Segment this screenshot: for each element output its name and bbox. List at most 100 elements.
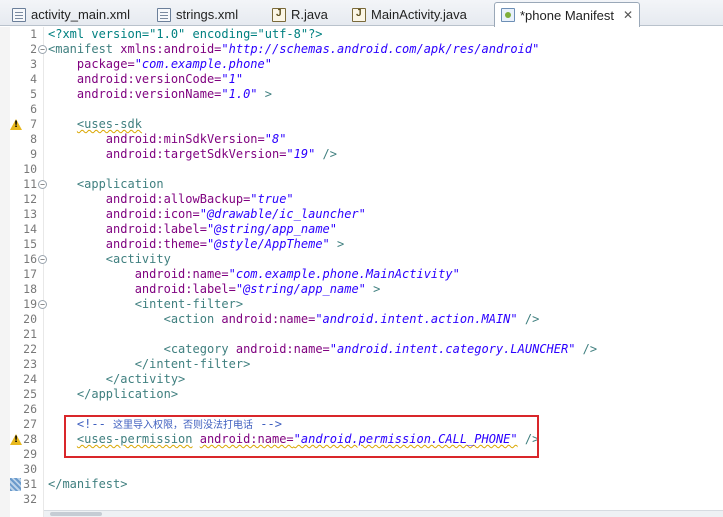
xml-attribute: android:versionName= — [76, 87, 222, 101]
code-text: </application> — [48, 387, 178, 402]
tab-activity-main-xml[interactable]: activity_main.xml — [6, 3, 136, 26]
tab-label: *phone Manifest — [520, 7, 614, 23]
line-number: 6 — [30, 102, 37, 116]
xml-tag-close: > — [329, 237, 345, 251]
code-text: android:minSdkVersion="8" — [48, 132, 287, 147]
code-line: 31 </manifest> — [0, 477, 723, 492]
code-line: 23 </intent-filter> — [0, 357, 723, 372]
xml-value: "@string/app_name" — [206, 222, 337, 236]
xml-tag-close: > — [365, 282, 381, 296]
tab-r-java[interactable]: R.java — [266, 3, 334, 26]
xml-attribute: android:icon= — [105, 207, 200, 221]
xml-value: "com.example.phone" — [134, 57, 272, 71]
fold-toggle-icon[interactable]: − — [38, 45, 47, 54]
code-line: 30 — [0, 462, 723, 477]
code-text: </activity> — [48, 372, 185, 387]
code-line: 18 android:label="@string/app_name" > — [0, 282, 723, 297]
code-line: 25 </application> — [0, 387, 723, 402]
code-line: 7 <uses-sdk — [0, 117, 723, 132]
code-line: 14 android:label="@string/app_name" — [0, 222, 723, 237]
line-number: 13 — [23, 207, 37, 221]
code-text: android:label="@string/app_name" — [48, 222, 337, 237]
code-line: 21 — [0, 327, 723, 342]
code-text: <application — [48, 177, 164, 192]
close-icon[interactable]: ✕ — [623, 8, 633, 22]
code-text: <activity — [48, 252, 171, 267]
code-text: android:allowBackup="true" — [48, 192, 294, 207]
code-line: 17 android:name="com.example.phone.MainA… — [0, 267, 723, 282]
code-editor[interactable]: 1 <?xml version="1.0" encoding="utf-8"?>… — [0, 27, 723, 517]
line-number: 16 — [23, 252, 37, 266]
line-number: 3 — [30, 57, 37, 71]
line-number: 9 — [30, 147, 37, 161]
code-text: android:theme="@style/AppTheme" > — [48, 237, 344, 252]
tab-label: strings.xml — [176, 7, 239, 22]
xml-attribute: android:versionCode= — [76, 72, 222, 86]
code-line: 4 android:versionCode="1" — [0, 72, 723, 87]
fold-toggle-icon[interactable]: − — [38, 180, 47, 189]
xml-tag-close: /> — [575, 342, 598, 356]
xml-tag-close: /> — [315, 147, 338, 161]
java-file-icon — [272, 7, 286, 22]
highlight-annotation-box — [64, 415, 539, 458]
tab-label: MainActivity.java — [371, 7, 467, 22]
code-line: 1 <?xml version="1.0" encoding="utf-8"?> — [0, 27, 723, 42]
code-line: 11 − <application — [0, 177, 723, 192]
tab-strings-xml[interactable]: strings.xml — [151, 3, 244, 26]
line-number: 5 — [30, 87, 37, 101]
code-text: android:versionName="1.0" > — [48, 87, 272, 102]
line-number: 30 — [23, 462, 37, 476]
code-text: android:icon="@drawable/ic_launcher" — [48, 207, 366, 222]
code-text: </manifest> — [48, 477, 127, 492]
fold-toggle-icon[interactable]: − — [38, 255, 47, 264]
code-line: 22 <category android:name="android.inten… — [0, 342, 723, 357]
code-line: 5 android:versionName="1.0" > — [0, 87, 723, 102]
xml-tag: <application — [76, 177, 164, 191]
xml-attribute: android:name= — [134, 267, 229, 281]
xml-attribute: android:allowBackup= — [105, 192, 251, 206]
tab-phone-manifest[interactable]: *phone Manifest ✕ — [494, 2, 641, 27]
line-number: 1 — [30, 27, 37, 41]
editor-tab-bar: activity_main.xml strings.xml R.java Mai… — [0, 0, 723, 27]
line-number: 2 — [30, 42, 37, 56]
xml-tag: <activity — [105, 252, 171, 266]
line-number: 26 — [23, 402, 37, 416]
xml-tag: </manifest> — [48, 477, 128, 491]
xml-tag-close: > — [257, 87, 272, 101]
xml-attribute: android:minSdkVersion= — [105, 132, 265, 146]
code-text: package="com.example.phone" — [48, 57, 272, 72]
scrollbar-thumb[interactable] — [50, 512, 102, 516]
line-number: 27 — [23, 417, 37, 431]
code-line: 15 android:theme="@style/AppTheme" > — [0, 237, 723, 252]
xml-tag-close: /> — [517, 312, 540, 326]
line-number: 18 — [23, 282, 37, 296]
code-text: <uses-sdk — [48, 117, 142, 132]
code-text: </intent-filter> — [48, 357, 251, 372]
line-number: 8 — [30, 132, 37, 146]
xml-file-icon — [157, 7, 171, 22]
xml-value: "1" — [221, 72, 244, 86]
xml-tag: <category — [163, 342, 229, 356]
xml-attribute: xmlns:android= — [120, 42, 222, 56]
tab-mainactivity-java[interactable]: MainActivity.java — [346, 3, 473, 26]
xml-attribute: android:label= — [134, 282, 236, 296]
xml-tag: </activity> — [105, 372, 186, 386]
tab-label: activity_main.xml — [31, 7, 130, 22]
code-text: android:versionCode="1" — [48, 72, 243, 87]
xml-value: "19" — [286, 147, 316, 161]
horizontal-scrollbar[interactable] — [44, 510, 723, 517]
xml-value: "@drawable/ic_launcher" — [199, 207, 366, 221]
xml-value: "@style/AppTheme" — [206, 237, 330, 251]
code-line: 12 android:allowBackup="true" — [0, 192, 723, 207]
xml-declaration: <?xml version="1.0" encoding="utf-8"?> — [48, 27, 323, 41]
code-text: <intent-filter> — [48, 297, 243, 312]
line-number: 17 — [23, 267, 37, 281]
code-line: 9 android:targetSdkVersion="19" /> — [0, 147, 723, 162]
fold-toggle-icon[interactable]: − — [38, 300, 47, 309]
xml-file-icon — [12, 7, 26, 22]
line-number: 20 — [23, 312, 37, 326]
code-line: 19 − <intent-filter> — [0, 297, 723, 312]
xml-value: "8" — [264, 132, 287, 146]
code-text: <category android:name="android.intent.c… — [48, 342, 598, 357]
xml-attribute: android:targetSdkVersion= — [105, 147, 287, 161]
